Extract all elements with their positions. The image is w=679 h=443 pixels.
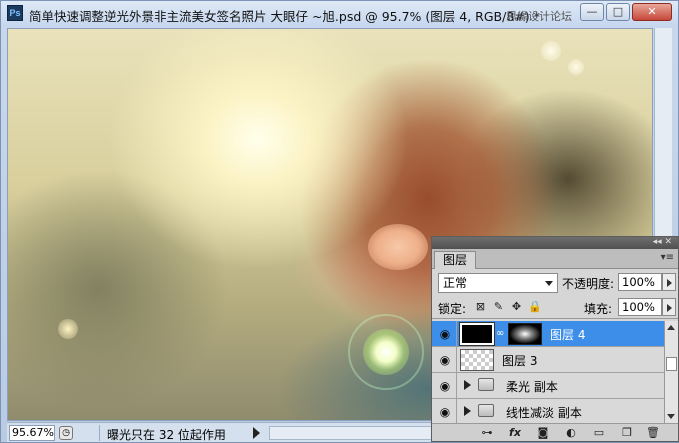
lock-transparent-pixels-icon[interactable]: ⊠ bbox=[474, 300, 487, 313]
watermark-text: 思缘设计论坛 bbox=[506, 10, 572, 23]
divider bbox=[456, 399, 457, 424]
expand-group-icon[interactable] bbox=[464, 406, 471, 416]
group-name: 柔光 副本 bbox=[506, 380, 558, 394]
blend-opacity-row: 正常 不透明度: 100% bbox=[432, 272, 678, 294]
fx-icon[interactable]: fx bbox=[508, 426, 522, 439]
window-controls: — □ ✕ bbox=[580, 3, 672, 21]
scroll-down-icon[interactable] bbox=[667, 414, 675, 419]
panel-menu-icon[interactable]: ▾≡ bbox=[661, 252, 674, 263]
layers-panel: ◂◂ ✕ 图层 ▾≡ 正常 不透明度: 100% 锁定: ⊠ ✎ ✥ 🔒 填充:… bbox=[431, 236, 679, 442]
mask-link-icon[interactable]: ∞ bbox=[496, 328, 504, 339]
opacity-field[interactable]: 100% bbox=[618, 273, 662, 291]
folder-icon bbox=[478, 404, 494, 417]
canvas-horizontal-scrollbar[interactable] bbox=[269, 426, 435, 440]
lock-all-icon[interactable]: 🔒 bbox=[528, 300, 542, 313]
layer-mask-thumbnail[interactable] bbox=[508, 323, 542, 345]
folder-icon bbox=[478, 378, 494, 391]
fill-slider-button[interactable] bbox=[662, 298, 676, 316]
collapse-panel-icon[interactable]: ◂◂ ✕ bbox=[653, 237, 672, 247]
maximize-button[interactable]: □ bbox=[606, 3, 630, 21]
document-title: 简单快速调整逆光外景非主流美女签名照片 大眼仔 ~旭.psd @ 95.7% (… bbox=[29, 9, 540, 24]
expand-group-icon[interactable] bbox=[464, 380, 471, 390]
title-bar[interactable]: Ps 简单快速调整逆光外景非主流美女签名照片 大眼仔 ~旭.psd @ 95.7… bbox=[1, 1, 678, 27]
zoom-level-field[interactable]: 95.67% bbox=[9, 425, 55, 441]
visibility-eye-icon[interactable]: ◉ bbox=[438, 405, 452, 419]
scroll-thumb[interactable] bbox=[666, 357, 677, 371]
opacity-slider-button[interactable] bbox=[662, 273, 676, 291]
bokeh-light bbox=[568, 59, 584, 75]
status-info-text: 曝光只在 32 位起作用 bbox=[107, 428, 226, 442]
layers-scrollbar[interactable] bbox=[664, 321, 678, 423]
layer-row[interactable]: ◉ ∞ 图层 4 bbox=[432, 321, 664, 347]
layer-group-row[interactable]: ◉ 柔光 副本 bbox=[432, 373, 664, 399]
layer-name: 图层 4 bbox=[550, 328, 586, 342]
fill-label: 填充: bbox=[584, 302, 613, 316]
bokeh-light bbox=[58, 319, 78, 339]
photoshop-app-icon: Ps bbox=[7, 5, 23, 21]
chevron-down-icon bbox=[545, 281, 553, 286]
link-icon[interactable]: ⊶ bbox=[480, 426, 494, 439]
layer-row[interactable]: ◉ 图层 3 bbox=[432, 347, 664, 373]
new-group-icon[interactable]: ▭ bbox=[592, 426, 606, 439]
scroll-up-icon[interactable] bbox=[667, 325, 675, 330]
divider bbox=[456, 321, 457, 346]
adjustment-icon[interactable]: ◐ bbox=[564, 426, 578, 439]
close-button[interactable]: ✕ bbox=[632, 3, 672, 21]
blend-mode-select[interactable]: 正常 bbox=[438, 273, 558, 293]
layers-list: ◉ ∞ 图层 4 ◉ 图层 3 ◉ 柔光 副本 ◉ 线性减淡 副本 bbox=[432, 321, 664, 425]
tab-layers[interactable]: 图层 bbox=[434, 251, 477, 269]
status-divider bbox=[99, 425, 100, 441]
layer-thumbnail bbox=[459, 322, 495, 346]
panel-tab-bar: 图层 ▾≡ bbox=[432, 249, 678, 269]
visibility-eye-icon[interactable]: ◉ bbox=[438, 353, 452, 367]
blend-mode-value: 正常 bbox=[443, 276, 468, 290]
trash-icon[interactable]: 🗑 bbox=[646, 426, 660, 439]
photoshop-window: Ps 简单快速调整逆光外景非主流美女签名照片 大眼仔 ~旭.psd @ 95.7… bbox=[0, 0, 679, 443]
layers-panel-toolbar: ⊶ fx ◙ ◐ ▭ ❐ 🗑 bbox=[432, 423, 678, 441]
status-menu-arrow-icon[interactable] bbox=[253, 427, 260, 439]
panel-header-strip[interactable]: ◂◂ ✕ bbox=[432, 237, 678, 249]
flower-blur bbox=[368, 224, 428, 270]
minimize-button[interactable]: — bbox=[580, 3, 604, 21]
visibility-eye-icon[interactable]: ◉ bbox=[438, 327, 452, 341]
lens-flare-ring bbox=[348, 314, 424, 390]
lock-fill-row: 锁定: ⊠ ✎ ✥ 🔒 填充: 100% bbox=[432, 297, 678, 319]
divider bbox=[456, 347, 457, 372]
layer-thumbnail bbox=[460, 349, 494, 371]
new-layer-icon[interactable]: ❐ bbox=[620, 426, 634, 439]
bokeh-light bbox=[541, 41, 561, 61]
fill-field[interactable]: 100% bbox=[618, 298, 662, 316]
visibility-eye-icon[interactable]: ◉ bbox=[438, 379, 452, 393]
lock-label: 锁定: bbox=[438, 302, 467, 316]
opacity-label: 不透明度: bbox=[562, 277, 615, 291]
layer-group-row[interactable]: ◉ 线性减淡 副本 bbox=[432, 399, 664, 425]
lock-image-pixels-icon[interactable]: ✎ bbox=[492, 300, 505, 313]
layer-name: 图层 3 bbox=[502, 354, 538, 368]
status-info-icon[interactable]: ◷ bbox=[59, 426, 73, 440]
group-name: 线性减淡 副本 bbox=[506, 406, 582, 420]
lock-position-icon[interactable]: ✥ bbox=[510, 300, 523, 313]
mask-icon[interactable]: ◙ bbox=[536, 426, 550, 439]
divider bbox=[456, 373, 457, 398]
